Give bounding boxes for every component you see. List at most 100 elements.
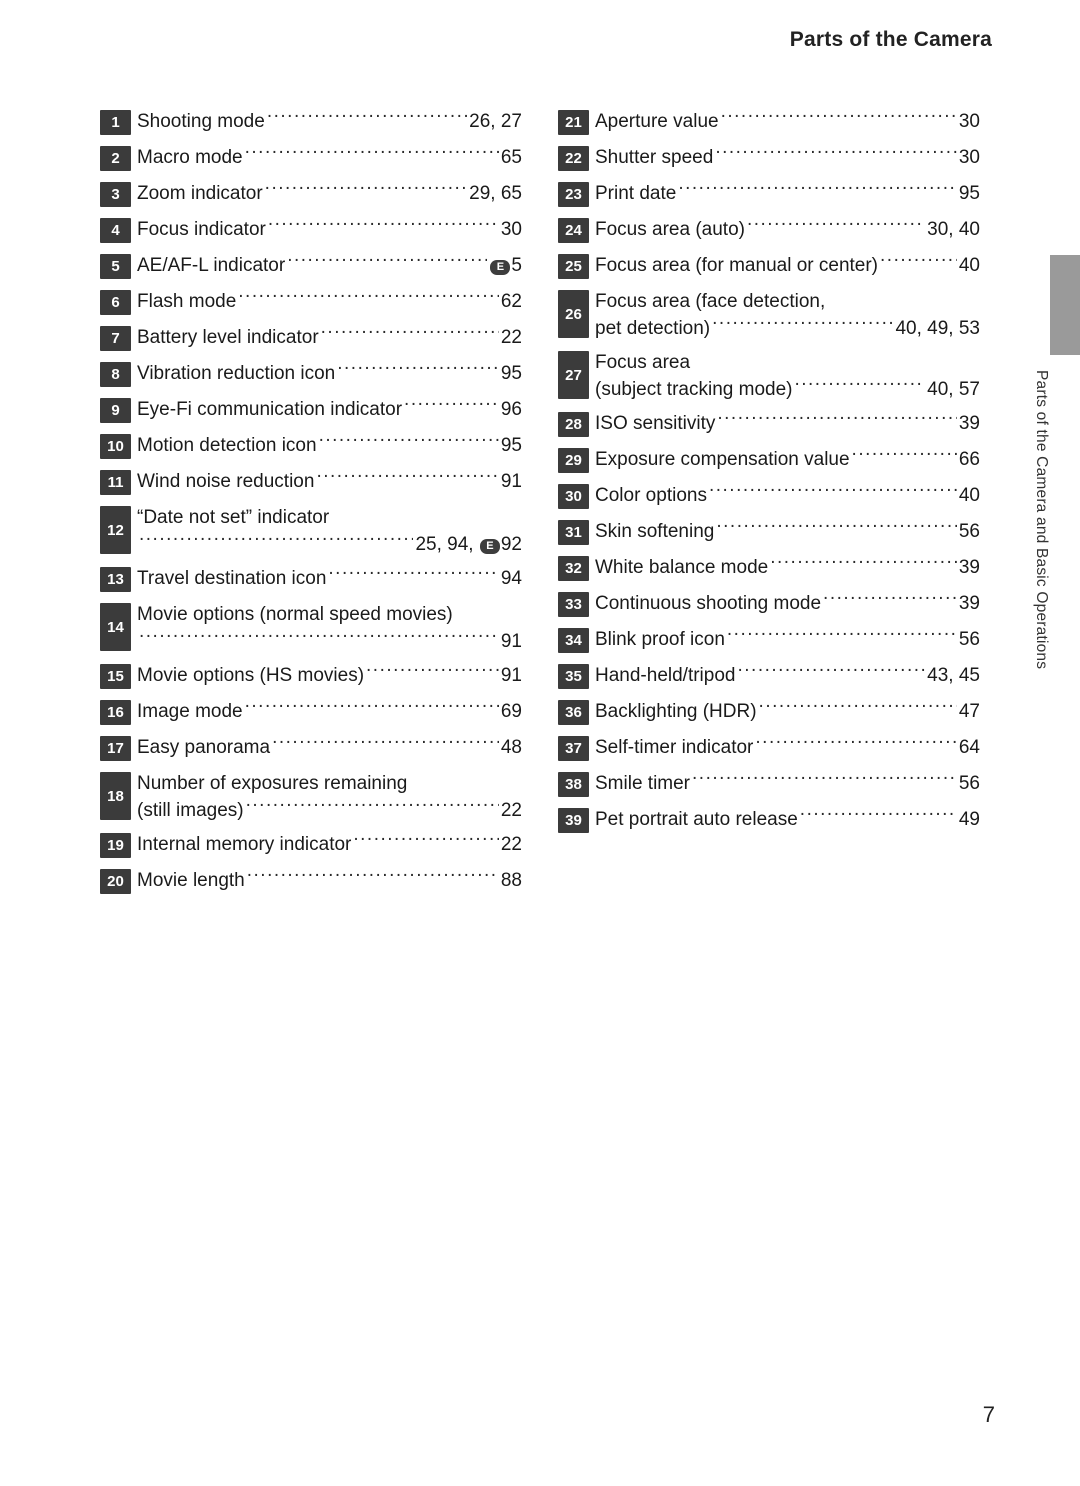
index-entry-page: 40, 57 — [927, 379, 980, 400]
leader-dots — [716, 518, 957, 537]
index-entry-body: Pet portrait auto release 49 — [595, 806, 980, 834]
index-columns: 1Shooting mode26, 27 2Macro mode65 3Zoom i… — [100, 108, 980, 903]
index-entry: 3 Zoom indicator 29, 65 — [100, 180, 522, 210]
index-entry-number: 1 — [100, 110, 131, 135]
leader-dots — [245, 698, 499, 717]
leader-dots — [268, 216, 499, 235]
index-entry-number: 5 — [100, 254, 131, 279]
index-entry-page: 40, 49, 53 — [895, 318, 980, 339]
index-entry-label: Print date — [595, 183, 677, 204]
leader-dots — [246, 797, 499, 816]
index-entry-body: Wind noise reduction 91 — [137, 468, 522, 496]
index-entry-page: 22 — [500, 834, 522, 855]
index-entry: 8 Vibration reduction icon 95 — [100, 360, 522, 390]
index-entry-body: Focus area (auto) 30, 40 — [595, 216, 980, 244]
index-entry: 37 Self-timer indicator 64 — [558, 734, 980, 764]
index-entry-body: Print date 95 — [595, 180, 980, 208]
index-entry-page: 96 — [500, 399, 522, 420]
index-entry-label: Movie length — [137, 870, 245, 891]
index-entry-number: 12 — [100, 506, 131, 554]
index-entry: 33 Continuous shooting mode 39 — [558, 590, 980, 620]
index-entry-page: 47 — [958, 701, 980, 722]
index-entry-number: 32 — [558, 556, 589, 581]
index-entry-label: Blink proof icon — [595, 629, 725, 650]
index-entry-label: Smile timer — [595, 773, 691, 794]
index-entry: 17 Easy panorama 48 — [100, 734, 522, 764]
side-tab-marker — [1050, 255, 1080, 355]
index-entry-label: Continuous shooting mode — [595, 593, 822, 614]
index-entry-body: White balance mode 39 — [595, 554, 980, 582]
index-entry-body: Motion detection icon 95 — [137, 432, 522, 460]
leader-dots — [737, 662, 925, 681]
index-entry-number: 15 — [100, 664, 131, 689]
index-entry: 6 Flash mode 62 — [100, 288, 522, 318]
index-entry-label: Motion detection icon — [137, 435, 317, 456]
index-entry-body: Focus indicator 30 — [137, 216, 522, 244]
index-entry-number: 8 — [100, 362, 131, 387]
index-entry-page: 62 — [500, 291, 522, 312]
index-entry-number: 6 — [100, 290, 131, 315]
page-number: 7 — [982, 1402, 995, 1427]
leader-dots — [337, 360, 499, 379]
index-entry: 2 Macro mode 65 — [100, 144, 522, 174]
index-entry-body: Smile timer 56 — [595, 770, 980, 798]
leader-dots — [823, 590, 957, 609]
index-entry-label: Flash mode — [137, 291, 237, 312]
index-entry-label: Movie options (normal speed movies) — [137, 604, 453, 625]
index-entry-number: 18 — [100, 772, 131, 820]
index-entry-page: 25, 94, E 92 — [415, 534, 522, 555]
index-entry: 7 Battery level indicator 22 — [100, 324, 522, 354]
index-entry-number: 29 — [558, 448, 589, 473]
leader-dots — [272, 734, 499, 753]
index-entry-body: ISO sensitivity 39 — [595, 410, 980, 438]
index-entry-page: E5 — [489, 252, 522, 280]
index-entry-page: 95 — [500, 363, 522, 384]
index-entry-body: Easy panorama 48 — [137, 734, 522, 762]
index-entry-number: 13 — [100, 567, 131, 592]
index-entry: 32 White balance mode 39 — [558, 554, 980, 584]
index-entry-label: Zoom indicator — [137, 183, 263, 204]
index-entry-body: Hand-held/tripod 43, 45 — [595, 662, 980, 690]
index-entry-label: Wind noise reduction — [137, 471, 315, 492]
index-entry-page: 56 — [958, 521, 980, 542]
leader-dots — [852, 446, 957, 465]
index-entry: 22 Shutter speed 30 — [558, 144, 980, 174]
index-entry-number: 38 — [558, 772, 589, 797]
index-entry-body: Focus area (for manual or center) 40 — [595, 252, 980, 280]
index-entry: 27 Focus area (subject tracking mode) 40, 5… — [558, 349, 980, 404]
index-entry: 20 Movie length 88 — [100, 867, 522, 897]
index-entry-page: 39 — [958, 413, 980, 434]
index-entry-number: 37 — [558, 736, 589, 761]
index-entry-number: 30 — [558, 484, 589, 509]
index-entry: 30 Color options 40 — [558, 482, 980, 512]
index-entry-body: Shooting mode 26, 27 — [137, 108, 522, 136]
index-entry-number: 22 — [558, 146, 589, 171]
index-entry-number: 11 — [100, 470, 131, 495]
index-entry: 31 Skin softening 56 — [558, 518, 980, 548]
leader-dots — [721, 108, 957, 127]
index-entry-label: Focus indicator — [137, 219, 266, 240]
index-entry-page: 91 — [500, 631, 522, 652]
index-entry-body: Backlighting (HDR) 47 — [595, 698, 980, 726]
index-entry-label: Number of exposures remaining — [137, 773, 408, 794]
leader-dots — [770, 554, 957, 573]
index-entry-label: “Date not set” indicator — [137, 507, 330, 528]
index-entry-page: 66 — [958, 449, 980, 470]
leader-dots — [287, 252, 487, 271]
index-entry-label: ISO sensitivity — [595, 413, 716, 434]
side-chapter-label: Parts of the Camera and Basic Operations — [1033, 370, 1050, 670]
index-entry-page: 91 — [500, 665, 522, 686]
index-entry-page: 40 — [958, 485, 980, 506]
leader-dots — [139, 531, 413, 550]
leader-dots — [139, 628, 499, 647]
index-entry-page: 22 — [500, 800, 522, 821]
index-entry-page: 39 — [958, 557, 980, 578]
index-entry-page: 39 — [958, 593, 980, 614]
index-entry-body: Vibration reduction icon 95 — [137, 360, 522, 388]
index-entry: 14 Movie options (normal speed movies) 91 — [100, 601, 522, 656]
index-entry-label: Backlighting (HDR) — [595, 701, 757, 722]
index-entry-page: 30 — [958, 147, 980, 168]
index-entry-number: 25 — [558, 254, 589, 279]
index-entry: 25 Focus area (for manual or center) 40 — [558, 252, 980, 282]
extended-section-icon: E — [490, 260, 511, 275]
